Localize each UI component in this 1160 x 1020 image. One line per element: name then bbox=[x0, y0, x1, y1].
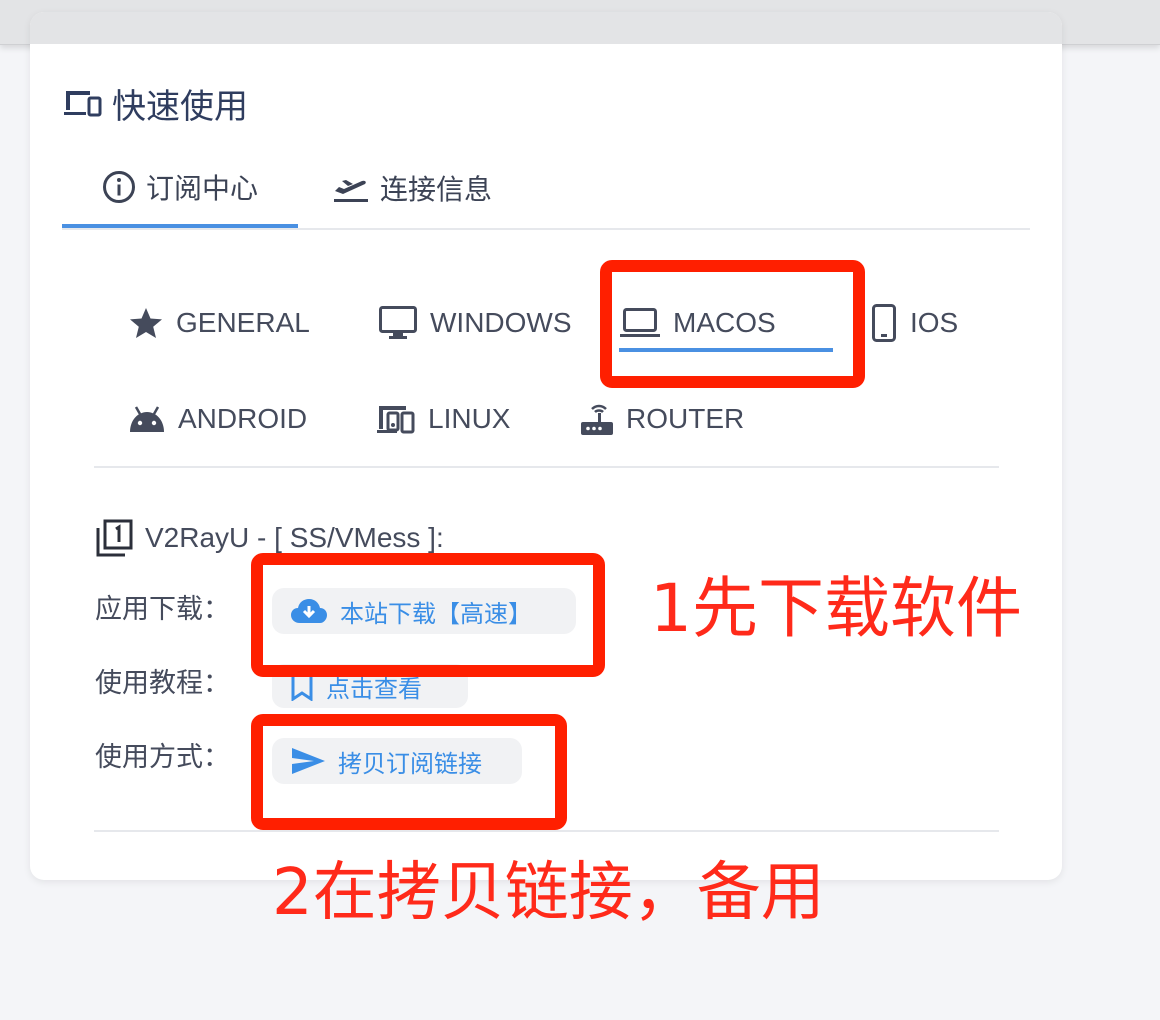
tab-label: 订阅中心 bbox=[145, 172, 258, 205]
monitor-icon bbox=[378, 305, 418, 341]
info-circle-icon bbox=[102, 170, 136, 204]
annotation-step2: 2在拷贝链接，备用 bbox=[272, 856, 825, 930]
router-icon bbox=[580, 401, 614, 437]
divider-bottom bbox=[94, 830, 999, 832]
tab-subscription-center[interactable]: 订阅中心 bbox=[62, 150, 298, 228]
os-tab-label: ANDROID bbox=[178, 403, 308, 434]
os-tab-ios[interactable]: IOS bbox=[870, 298, 958, 348]
devices-icon bbox=[62, 88, 102, 118]
os-tab-windows[interactable]: WINDOWS bbox=[378, 298, 572, 348]
os-tab-label: LINUX bbox=[428, 403, 511, 434]
os-tab-android[interactable]: ANDROID bbox=[128, 394, 307, 444]
star-icon bbox=[128, 306, 164, 340]
tab-label: 连接信息 bbox=[380, 173, 493, 206]
filter-1-icon bbox=[95, 518, 135, 558]
page-title: 快速使用 bbox=[62, 80, 248, 127]
annotation-step1: 1先下载软件 bbox=[650, 570, 1022, 647]
divider-top bbox=[94, 466, 999, 468]
annotation-box-copy bbox=[251, 714, 567, 830]
devices-icon bbox=[376, 403, 416, 435]
os-tab-label: WINDOWS bbox=[430, 307, 572, 338]
annotation-box-download bbox=[251, 553, 605, 677]
tutorial-label: 使用教程： bbox=[95, 668, 230, 699]
usage-label: 使用方式： bbox=[95, 742, 230, 773]
os-tab-linux[interactable]: LINUX bbox=[376, 394, 510, 444]
os-tab-general[interactable]: GENERAL bbox=[128, 298, 310, 348]
card-header-strip bbox=[30, 12, 1062, 44]
os-tab-label: GENERAL bbox=[176, 307, 310, 338]
flight-takeoff-icon bbox=[332, 171, 370, 205]
page-title-text: 快速使用 bbox=[112, 86, 248, 127]
main-tabs: 订阅中心 连接信息 bbox=[62, 150, 1030, 230]
app-name: V2RayU - [ SS/VMess ]: bbox=[145, 522, 444, 553]
os-tab-router[interactable]: ROUTER bbox=[580, 394, 744, 444]
download-label: 应用下载： bbox=[95, 594, 230, 625]
os-tab-label: IOS bbox=[910, 307, 959, 338]
phone-icon bbox=[870, 303, 898, 343]
tab-connection-info[interactable]: 连接信息 bbox=[332, 150, 492, 226]
annotation-box-macos bbox=[600, 260, 865, 388]
android-icon bbox=[128, 404, 166, 434]
os-tab-label: ROUTER bbox=[626, 403, 745, 434]
